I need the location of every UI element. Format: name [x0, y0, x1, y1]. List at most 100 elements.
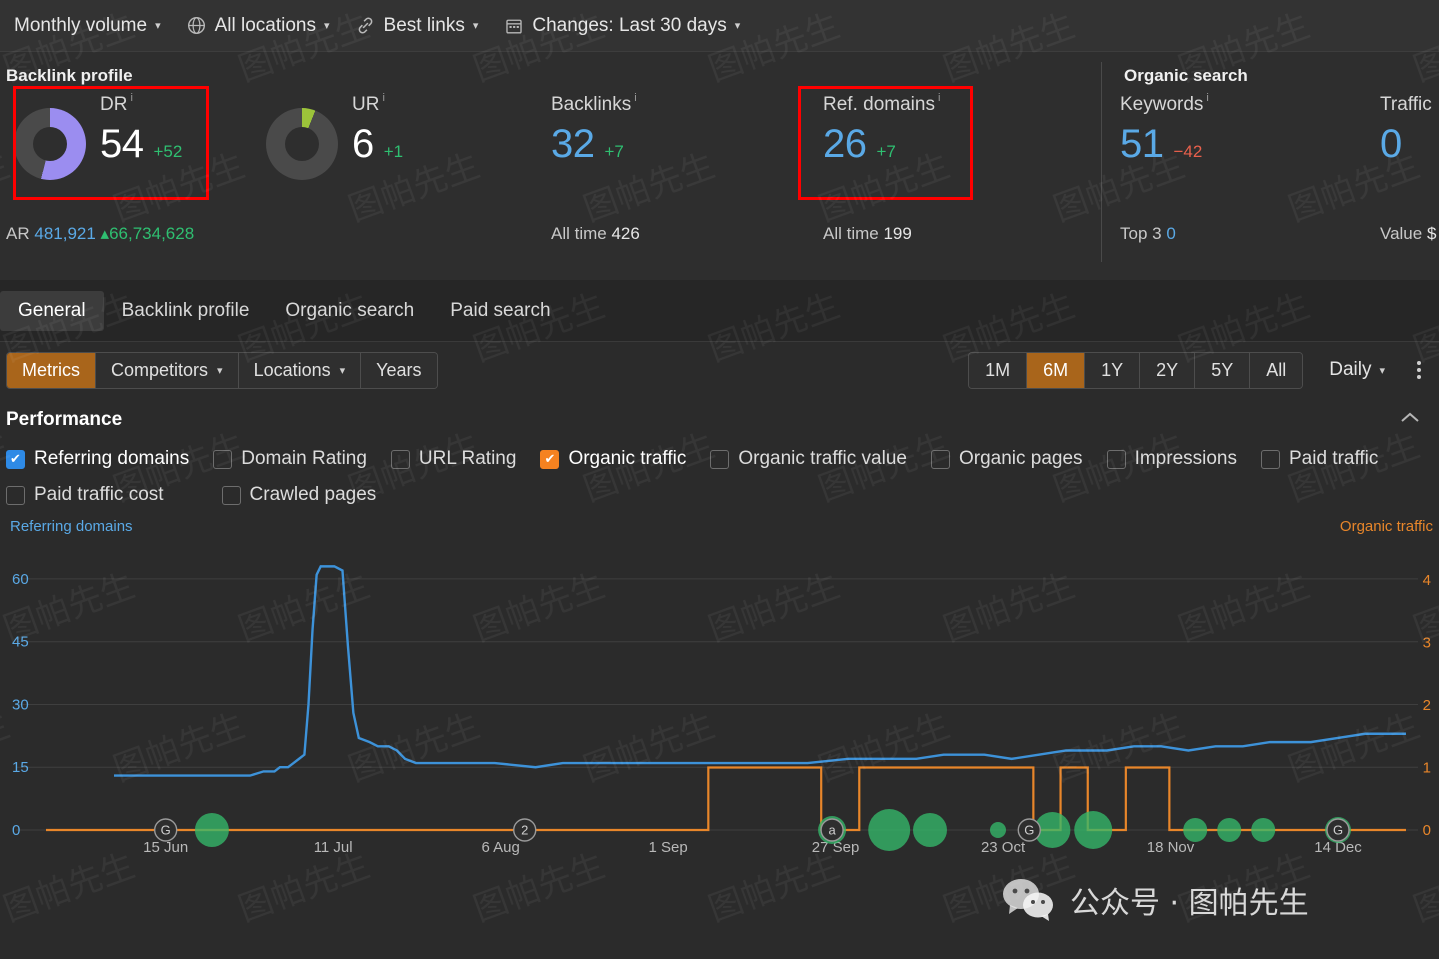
- chart-event-bubble[interactable]: [1251, 818, 1275, 842]
- metric-value: 51: [1120, 124, 1164, 164]
- metric-label: Traffic: [1380, 94, 1432, 116]
- metric-card-backlinks[interactable]: Backlinks i 32 +7: [551, 94, 637, 164]
- legend-url-rating[interactable]: URL Rating: [391, 448, 517, 470]
- range-all[interactable]: All: [1250, 353, 1302, 388]
- chart-event-bubble[interactable]: [868, 809, 910, 851]
- range-1m[interactable]: 1M: [969, 353, 1027, 388]
- tab-paid-search[interactable]: Paid search: [432, 291, 568, 331]
- legend-paid-traffic-cost[interactable]: Paid traffic cost: [6, 484, 164, 506]
- x-axis-tick: 11 Jul: [314, 839, 353, 856]
- legend-impressions[interactable]: Impressions: [1107, 448, 1237, 470]
- chart-event-marker[interactable]: G: [1018, 819, 1040, 841]
- checkbox-crawled-pages[interactable]: [222, 486, 241, 505]
- chevron-up-icon[interactable]: [1397, 410, 1423, 431]
- metric-card-dr[interactable]: DR i 54 +52: [14, 94, 182, 180]
- button-metrics[interactable]: Metrics: [7, 353, 96, 388]
- metric-card-ref-domains[interactable]: Ref. domains i 26 +7: [823, 94, 940, 164]
- metric-cards: DR i 54 +52 AR 481,921 ▴66,734,628: [0, 94, 1439, 244]
- legend-organic-traffic-value[interactable]: Organic traffic value: [710, 448, 907, 470]
- chart-event-bubble[interactable]: [990, 822, 1006, 838]
- wechat-watermark-text: 公众号 · 图帕先生: [1070, 878, 1309, 922]
- y-axis-tick-left: 30: [12, 696, 29, 713]
- chevron-down-icon: ▾: [217, 364, 223, 377]
- chevron-down-icon: ▾: [340, 364, 346, 377]
- filter-changes-date-range[interactable]: Changes: Last 30 days ▾: [504, 15, 740, 37]
- info-icon[interactable]: i: [130, 92, 132, 104]
- organic-search-heading: Organic search: [1118, 66, 1248, 86]
- chart-event-bubble[interactable]: [913, 813, 947, 847]
- chart-event-bubble[interactable]: [195, 813, 229, 847]
- x-axis-tick: 18 Nov: [1147, 839, 1195, 856]
- chart-line-referring-domains: [114, 566, 1406, 775]
- chart-event-bubble[interactable]: [1217, 818, 1241, 842]
- legend-domain-rating[interactable]: Domain Rating: [213, 448, 367, 470]
- info-icon[interactable]: i: [938, 92, 940, 104]
- x-axis-tick: 23 Oct: [981, 839, 1026, 856]
- app-root: Monthly volume ▾ All locations ▾ Best li…: [0, 0, 1439, 959]
- button-years[interactable]: Years: [361, 353, 436, 388]
- chart-event-marker[interactable]: G: [1327, 819, 1349, 841]
- metric-delta: +1: [384, 143, 403, 160]
- dr-donut-gauge: [14, 108, 86, 180]
- metric-legend: ✔ Referring domains Domain Rating URL Ra…: [6, 442, 1439, 506]
- checkbox-url-rating[interactable]: [391, 450, 410, 469]
- metric-label: UR i: [352, 94, 403, 116]
- performance-title: Performance: [6, 409, 122, 431]
- more-options-icon[interactable]: [1413, 357, 1425, 383]
- chevron-down-icon: ▾: [1379, 364, 1385, 377]
- metric-delta: +7: [877, 143, 896, 160]
- y-axis-tick-right: 0: [1423, 822, 1431, 839]
- metric-card-ur[interactable]: UR i 6 +1: [266, 94, 403, 180]
- y-axis-tick-left: 0: [12, 822, 20, 839]
- filter-best-links[interactable]: Best links ▾: [356, 15, 479, 37]
- filter-label: Changes: Last 30 days: [532, 15, 726, 37]
- performance-chart[interactable]: Referring domains Organic traffic 015304…: [6, 518, 1439, 863]
- legend-organic-pages[interactable]: Organic pages: [931, 448, 1083, 470]
- filter-monthly-volume[interactable]: Monthly volume ▾: [14, 15, 161, 37]
- checkbox-paid-traffic-cost[interactable]: [6, 486, 25, 505]
- checkbox-domain-rating[interactable]: [213, 450, 232, 469]
- button-competitors[interactable]: Competitors ▾: [96, 353, 239, 388]
- legend-referring-domains[interactable]: ✔ Referring domains: [6, 448, 189, 470]
- tab-backlink-profile[interactable]: Backlink profile: [104, 291, 268, 331]
- metric-label: Ref. domains i: [823, 94, 940, 116]
- y-axis-tick-left: 15: [12, 759, 29, 776]
- svg-text:G: G: [1024, 823, 1034, 838]
- legend-paid-traffic[interactable]: Paid traffic: [1261, 448, 1378, 470]
- tab-organic-search[interactable]: Organic search: [267, 291, 432, 331]
- metric-card-traffic[interactable]: Traffic 0: [1380, 94, 1432, 164]
- svg-text:a: a: [828, 823, 836, 838]
- view-mode-group: Metrics Competitors ▾ Locations ▾ Years: [6, 352, 438, 389]
- range-6m[interactable]: 6M: [1027, 353, 1085, 388]
- metric-value: 54: [100, 124, 144, 164]
- checkbox-organic-traffic-value[interactable]: [710, 450, 729, 469]
- granularity-selector[interactable]: Daily ▾: [1329, 359, 1385, 381]
- chart-event-marker[interactable]: a: [821, 819, 843, 841]
- chart-event-bubble[interactable]: [1183, 818, 1207, 842]
- checkbox-referring-domains[interactable]: ✔: [6, 450, 25, 469]
- metric-value: 26: [823, 124, 867, 164]
- range-2y[interactable]: 2Y: [1140, 353, 1195, 388]
- y-axis-tick-right: 1: [1423, 759, 1431, 776]
- range-5y[interactable]: 5Y: [1195, 353, 1250, 388]
- metric-sub-ref-domains: All time 199: [823, 224, 912, 244]
- chart-event-bubble[interactable]: [1074, 811, 1112, 849]
- filter-all-locations[interactable]: All locations ▾: [187, 15, 330, 37]
- metric-card-keywords[interactable]: Keywords i 51 −42: [1120, 94, 1209, 164]
- info-icon[interactable]: i: [634, 92, 636, 104]
- info-icon[interactable]: i: [382, 92, 384, 104]
- info-icon[interactable]: i: [1206, 92, 1208, 104]
- legend-crawled-pages[interactable]: Crawled pages: [222, 484, 377, 506]
- tab-general[interactable]: General: [0, 291, 104, 331]
- wechat-watermark: 公众号 · 图帕先生: [1000, 876, 1309, 924]
- button-locations[interactable]: Locations ▾: [239, 353, 362, 388]
- chart-event-marker[interactable]: G: [155, 819, 177, 841]
- checkbox-paid-traffic[interactable]: [1261, 450, 1280, 469]
- checkbox-organic-traffic[interactable]: ✔: [540, 450, 559, 469]
- legend-organic-traffic[interactable]: ✔ Organic traffic: [540, 448, 686, 470]
- metric-delta: −42: [1174, 143, 1203, 160]
- range-1y[interactable]: 1Y: [1085, 353, 1140, 388]
- chart-event-marker[interactable]: 2: [514, 819, 536, 841]
- checkbox-impressions[interactable]: [1107, 450, 1126, 469]
- checkbox-organic-pages[interactable]: [931, 450, 950, 469]
